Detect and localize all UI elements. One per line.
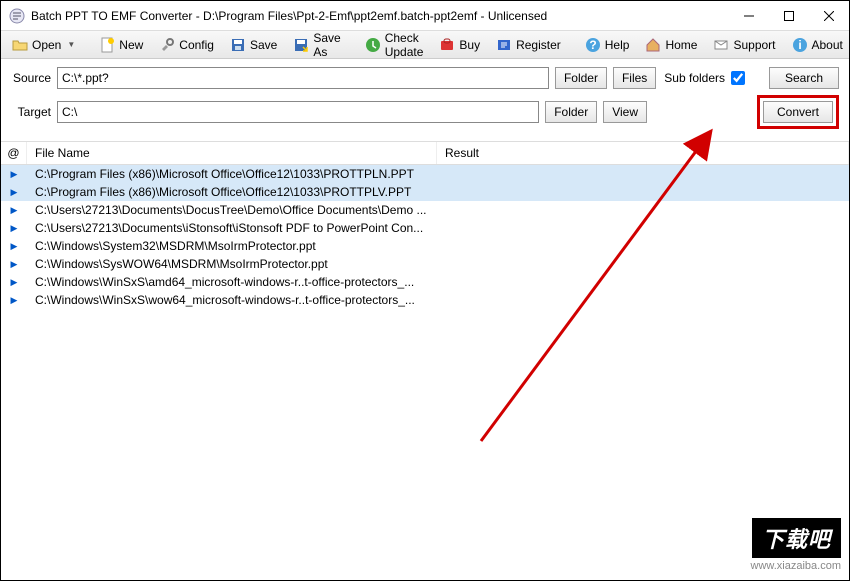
source-files-button[interactable]: Files — [613, 67, 656, 89]
check-update-icon — [365, 37, 381, 53]
table-row[interactable]: ▶C:\Windows\System32\MSDRM\MsoIrmProtect… — [1, 237, 849, 255]
about-icon: i — [792, 37, 808, 53]
config-button[interactable]: Config — [152, 34, 221, 56]
new-button[interactable]: New — [92, 34, 150, 56]
maximize-button[interactable] — [769, 1, 809, 30]
play-icon: ▶ — [1, 295, 27, 306]
target-view-button[interactable]: View — [603, 101, 647, 123]
watermark: 下载吧 www.xiazaiba.com — [751, 518, 841, 572]
play-icon: ▶ — [1, 169, 27, 180]
config-label: Config — [179, 38, 214, 52]
file-name-cell: C:\Users\27213\Documents\iStonsoft\iSton… — [27, 221, 437, 235]
target-folder-button[interactable]: Folder — [545, 101, 597, 123]
about-label: About — [812, 38, 843, 52]
play-icon: ▶ — [1, 241, 27, 252]
window-title: Batch PPT TO EMF Converter - D:\Program … — [31, 9, 729, 23]
col-header-at[interactable]: @ — [1, 142, 27, 164]
watermark-text: 下载吧 — [752, 518, 841, 558]
home-button[interactable]: Home — [638, 34, 704, 56]
new-icon — [99, 37, 115, 53]
table-row[interactable]: ▶C:\Program Files (x86)\Microsoft Office… — [1, 183, 849, 201]
play-icon: ▶ — [1, 223, 27, 234]
play-icon: ▶ — [1, 277, 27, 288]
minimize-button[interactable] — [729, 1, 769, 30]
register-button[interactable]: Register — [489, 34, 568, 56]
table-row[interactable]: ▶C:\Windows\WinSxS\amd64_microsoft-windo… — [1, 273, 849, 291]
svg-text:?: ? — [589, 38, 596, 52]
toolbar: Open ▼ New Config Save Save As Check Upd… — [1, 31, 849, 59]
target-row: Target Folder View Convert — [11, 95, 839, 129]
buy-label: Buy — [459, 38, 480, 52]
file-name-cell: C:\Windows\SysWOW64\MSDRM\MsoIrmProtecto… — [27, 257, 437, 271]
support-icon — [713, 37, 729, 53]
save-as-label: Save As — [313, 31, 340, 59]
table-row[interactable]: ▶C:\Windows\SysWOW64\MSDRM\MsoIrmProtect… — [1, 255, 849, 273]
source-input[interactable] — [57, 67, 549, 89]
convert-highlight: Convert — [757, 95, 839, 129]
table-row[interactable]: ▶C:\Users\27213\Documents\DocusTree\Demo… — [1, 201, 849, 219]
play-icon: ▶ — [1, 205, 27, 216]
search-button[interactable]: Search — [769, 67, 839, 89]
target-input[interactable] — [57, 101, 539, 123]
sub-folders-checkbox[interactable] — [731, 71, 745, 85]
source-label: Source — [11, 71, 51, 85]
open-label: Open — [32, 38, 61, 52]
save-as-icon — [293, 37, 309, 53]
support-button[interactable]: Support — [706, 34, 782, 56]
convert-button[interactable]: Convert — [763, 101, 833, 123]
sub-folders-label: Sub folders — [664, 71, 725, 85]
col-header-filename[interactable]: File Name — [27, 142, 437, 164]
source-folder-button[interactable]: Folder — [555, 67, 607, 89]
close-button[interactable] — [809, 1, 849, 30]
table-row[interactable]: ▶C:\Windows\WinSxS\wow64_microsoft-windo… — [1, 291, 849, 309]
window-buttons — [729, 1, 849, 30]
register-icon — [496, 37, 512, 53]
svg-text:i: i — [798, 38, 801, 52]
list-header: @ File Name Result — [1, 141, 849, 165]
file-name-cell: C:\Windows\System32\MSDRM\MsoIrmProtecto… — [27, 239, 437, 253]
target-label: Target — [11, 105, 51, 119]
home-icon — [645, 37, 661, 53]
play-icon: ▶ — [1, 187, 27, 198]
save-icon — [230, 37, 246, 53]
file-name-cell: C:\Windows\WinSxS\wow64_microsoft-window… — [27, 293, 437, 307]
file-name-cell: C:\Program Files (x86)\Microsoft Office\… — [27, 167, 437, 181]
app-icon — [9, 8, 25, 24]
home-label: Home — [665, 38, 697, 52]
check-update-button[interactable]: Check Update — [358, 28, 431, 62]
save-as-button[interactable]: Save As — [286, 28, 347, 62]
register-label: Register — [516, 38, 561, 52]
table-row[interactable]: ▶C:\Users\27213\Documents\iStonsoft\iSto… — [1, 219, 849, 237]
new-label: New — [119, 38, 143, 52]
source-row: Source Folder Files Sub folders Search — [11, 67, 839, 89]
support-label: Support — [733, 38, 775, 52]
about-button[interactable]: i About — [785, 34, 850, 56]
buy-icon — [439, 37, 455, 53]
play-icon: ▶ — [1, 259, 27, 270]
open-icon — [12, 37, 28, 53]
chevron-down-icon: ▼ — [67, 40, 75, 49]
watermark-url: www.xiazaiba.com — [751, 560, 841, 572]
form-area: Source Folder Files Sub folders Search T… — [1, 59, 849, 141]
config-icon — [159, 37, 175, 53]
open-button[interactable]: Open ▼ — [5, 34, 82, 56]
file-name-cell: C:\Program Files (x86)\Microsoft Office\… — [27, 185, 437, 199]
check-update-label: Check Update — [385, 31, 424, 59]
titlebar: Batch PPT TO EMF Converter - D:\Program … — [1, 1, 849, 31]
col-header-result[interactable]: Result — [437, 142, 849, 164]
help-label: Help — [605, 38, 630, 52]
file-name-cell: C:\Users\27213\Documents\DocusTree\Demo\… — [27, 203, 437, 217]
help-icon: ? — [585, 37, 601, 53]
save-label: Save — [250, 38, 277, 52]
help-button[interactable]: ? Help — [578, 34, 637, 56]
list-body: ▶C:\Program Files (x86)\Microsoft Office… — [1, 165, 849, 309]
buy-button[interactable]: Buy — [432, 34, 487, 56]
file-name-cell: C:\Windows\WinSxS\amd64_microsoft-window… — [27, 275, 437, 289]
save-button[interactable]: Save — [223, 34, 284, 56]
table-row[interactable]: ▶C:\Program Files (x86)\Microsoft Office… — [1, 165, 849, 183]
